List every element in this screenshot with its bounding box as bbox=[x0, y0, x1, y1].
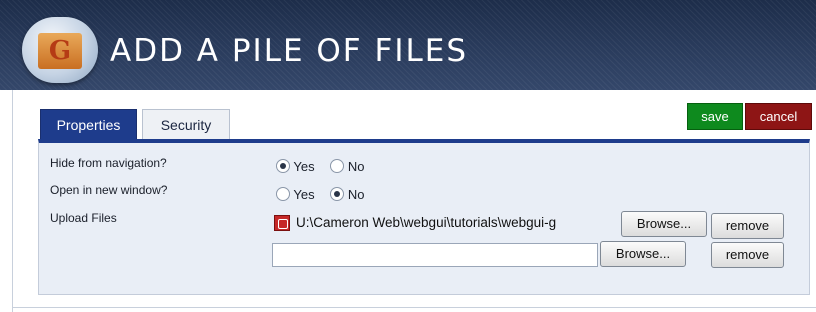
app-logo-icon: G bbox=[22, 17, 98, 83]
pdf-file-icon bbox=[274, 215, 290, 231]
cancel-button[interactable]: cancel bbox=[745, 103, 812, 130]
browse-button[interactable]: Browse... bbox=[621, 211, 707, 237]
open-in-new-window-label: Open in new window? bbox=[50, 183, 168, 197]
logo-letter: G bbox=[48, 36, 72, 66]
tab-security[interactable]: Security bbox=[142, 109, 230, 139]
upload-files-label: Upload Files bbox=[50, 211, 117, 225]
open-in-new-window-no-label: No bbox=[347, 187, 365, 202]
hide-from-navigation-yes-label: Yes bbox=[293, 159, 315, 174]
page-header: G ADD A PILE OF FILES bbox=[0, 0, 816, 90]
hide-from-navigation-radio-group: Yes No bbox=[276, 159, 376, 174]
folder-icon: G bbox=[38, 33, 82, 69]
open-in-new-window-radio-group: Yes No bbox=[276, 187, 376, 202]
open-in-new-window-yes-radio[interactable] bbox=[276, 187, 290, 201]
remove-button-2[interactable]: remove bbox=[711, 242, 784, 268]
hide-from-navigation-yes-radio[interactable] bbox=[276, 159, 290, 173]
uploaded-file-path: U:\Cameron Web\webgui\tutorials\webgui-g bbox=[296, 215, 557, 230]
open-in-new-window-no-radio[interactable] bbox=[330, 187, 345, 201]
save-button[interactable]: save bbox=[687, 103, 743, 130]
remove-button[interactable]: remove bbox=[711, 213, 784, 239]
tab-properties[interactable]: Properties bbox=[40, 109, 137, 139]
panel-bottom-border bbox=[12, 307, 816, 308]
page-title: ADD A PILE OF FILES bbox=[110, 33, 469, 69]
hide-from-navigation-no-label: No bbox=[347, 159, 365, 174]
file-upload-input[interactable] bbox=[272, 243, 598, 267]
hide-from-navigation-no-radio[interactable] bbox=[330, 159, 345, 173]
browse-button-2[interactable]: Browse... bbox=[600, 241, 686, 267]
open-in-new-window-yes-label: Yes bbox=[293, 187, 315, 202]
hide-from-navigation-label: Hide from navigation? bbox=[50, 156, 167, 170]
